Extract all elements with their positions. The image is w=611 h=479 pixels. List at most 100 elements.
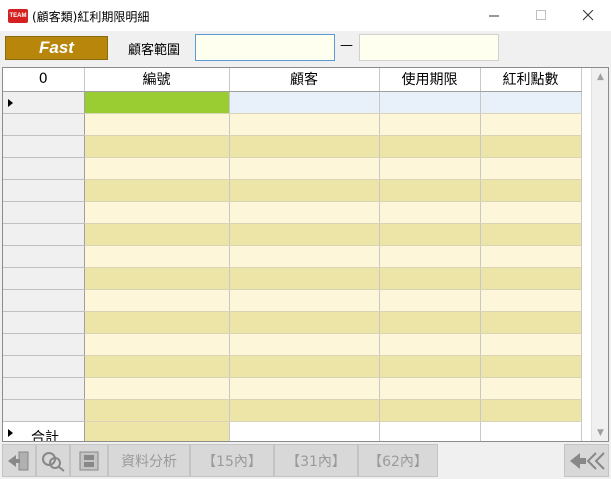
row-header[interactable] — [3, 223, 85, 246]
grid-cell-points[interactable] — [480, 377, 582, 400]
search-button[interactable] — [36, 444, 70, 477]
back-button[interactable] — [564, 444, 609, 477]
close-button[interactable] — [565, 0, 611, 31]
fast-button[interactable]: Fast — [5, 36, 108, 60]
grid-cell-id[interactable] — [84, 333, 230, 356]
table-row[interactable] — [3, 377, 582, 400]
grid-cell-customer[interactable] — [229, 333, 380, 356]
grid-cell-customer[interactable] — [229, 179, 380, 202]
table-row[interactable] — [3, 113, 582, 136]
film-button[interactable] — [70, 444, 108, 477]
grid-cell-customer[interactable] — [229, 355, 380, 378]
grid-cell-id[interactable] — [84, 289, 230, 312]
table-row[interactable] — [3, 223, 582, 246]
grid-cell-id[interactable] — [84, 267, 230, 290]
grid-cell-customer[interactable] — [229, 113, 380, 136]
vertical-scrollbar[interactable]: ▲ ▼ — [591, 68, 608, 441]
grid-cell-id[interactable] — [84, 245, 230, 268]
row-header[interactable] — [3, 289, 85, 312]
grid-cell-points[interactable] — [480, 113, 582, 136]
grid-cell-expiry[interactable] — [379, 333, 481, 356]
grid-cell-points[interactable] — [480, 311, 582, 334]
grid-cell-customer[interactable] — [229, 267, 380, 290]
within-62-button[interactable]: 【62內】 — [358, 444, 438, 477]
exit-button[interactable] — [2, 444, 36, 477]
grid-cell-customer[interactable] — [229, 399, 380, 422]
grid-cell-expiry[interactable] — [379, 135, 481, 158]
table-row[interactable] — [3, 135, 582, 158]
table-row[interactable] — [3, 267, 582, 290]
grid-cell-id[interactable] — [84, 355, 230, 378]
grid-cell-expiry[interactable] — [379, 179, 481, 202]
row-header[interactable] — [3, 201, 85, 224]
grid-cell-expiry[interactable] — [379, 91, 481, 114]
grid-cell-points[interactable] — [480, 355, 582, 378]
grid-cell-points[interactable] — [480, 223, 582, 246]
scroll-down-icon[interactable]: ▼ — [592, 424, 608, 441]
grid-cell-points[interactable] — [480, 135, 582, 158]
column-header-id[interactable]: 編號 — [84, 68, 230, 92]
customer-range-from-input[interactable] — [195, 34, 335, 61]
corner-header[interactable]: 0 — [3, 68, 85, 92]
table-row[interactable] — [3, 311, 582, 334]
column-header-expiry[interactable]: 使用期限 — [379, 68, 481, 92]
grid-cell-customer[interactable] — [229, 223, 380, 246]
grid-cell-id[interactable] — [84, 311, 230, 334]
row-header[interactable] — [3, 245, 85, 268]
grid-cell-expiry[interactable] — [379, 245, 481, 268]
column-header-customer[interactable]: 顧客 — [229, 68, 380, 92]
grid-cell-points[interactable] — [480, 157, 582, 180]
grid-cell-points[interactable] — [480, 267, 582, 290]
grid-cell-expiry[interactable] — [379, 113, 481, 136]
grid-cell-id[interactable] — [84, 201, 230, 224]
grid-cell-customer[interactable] — [229, 157, 380, 180]
grid-cell-expiry[interactable] — [379, 289, 481, 312]
grid-cell-expiry[interactable] — [379, 201, 481, 224]
grid-cell-expiry[interactable] — [379, 399, 481, 422]
table-row[interactable] — [3, 399, 582, 422]
within-31-button[interactable]: 【31內】 — [274, 444, 358, 477]
grid-cell-id[interactable] — [84, 113, 230, 136]
within-15-button[interactable]: 【15內】 — [190, 444, 274, 477]
minimize-button[interactable] — [471, 0, 517, 31]
row-header[interactable] — [3, 179, 85, 202]
grid-cell-points[interactable] — [480, 399, 582, 422]
table-row[interactable] — [3, 157, 582, 180]
row-header[interactable] — [3, 157, 85, 180]
table-row[interactable] — [3, 289, 582, 312]
grid-cell-id[interactable] — [84, 223, 230, 246]
row-header[interactable] — [3, 355, 85, 378]
table-row[interactable] — [3, 179, 582, 202]
grid-cell-customer[interactable] — [229, 91, 380, 114]
grid-cell-id[interactable] — [84, 157, 230, 180]
column-header-points[interactable]: 紅利點數 — [480, 68, 582, 92]
table-row[interactable] — [3, 355, 582, 378]
grid-cell-customer[interactable] — [229, 201, 380, 224]
customer-range-to-input[interactable] — [359, 34, 499, 61]
row-header[interactable] — [3, 333, 85, 356]
grid-cell-expiry[interactable] — [379, 267, 481, 290]
row-header[interactable] — [3, 113, 85, 136]
grid-cell-points[interactable] — [480, 91, 582, 114]
grid-cell-customer[interactable] — [229, 377, 380, 400]
grid-cell-customer[interactable] — [229, 245, 380, 268]
table-row[interactable] — [3, 333, 582, 356]
grid-cell-points[interactable] — [480, 201, 582, 224]
row-header[interactable] — [3, 91, 85, 114]
grid-cell-points[interactable] — [480, 333, 582, 356]
grid-cell-points[interactable] — [480, 179, 582, 202]
grid-cell-id[interactable] — [84, 135, 230, 158]
grid-cell-expiry[interactable] — [379, 355, 481, 378]
row-header[interactable] — [3, 311, 85, 334]
data-analysis-button[interactable]: 資料分析 — [108, 444, 190, 477]
table-row[interactable] — [3, 245, 582, 268]
table-row[interactable] — [3, 91, 582, 114]
grid-cell-customer[interactable] — [229, 135, 380, 158]
maximize-button[interactable] — [518, 0, 564, 31]
grid-cell-expiry[interactable] — [379, 157, 481, 180]
row-header[interactable] — [3, 267, 85, 290]
data-grid[interactable]: 0 編號 顧客 使用期限 紅利點數 合計 ▲ ▼ — [2, 67, 609, 442]
grid-cell-id[interactable] — [84, 179, 230, 202]
grid-cell-expiry[interactable] — [379, 311, 481, 334]
grid-cell-points[interactable] — [480, 245, 582, 268]
